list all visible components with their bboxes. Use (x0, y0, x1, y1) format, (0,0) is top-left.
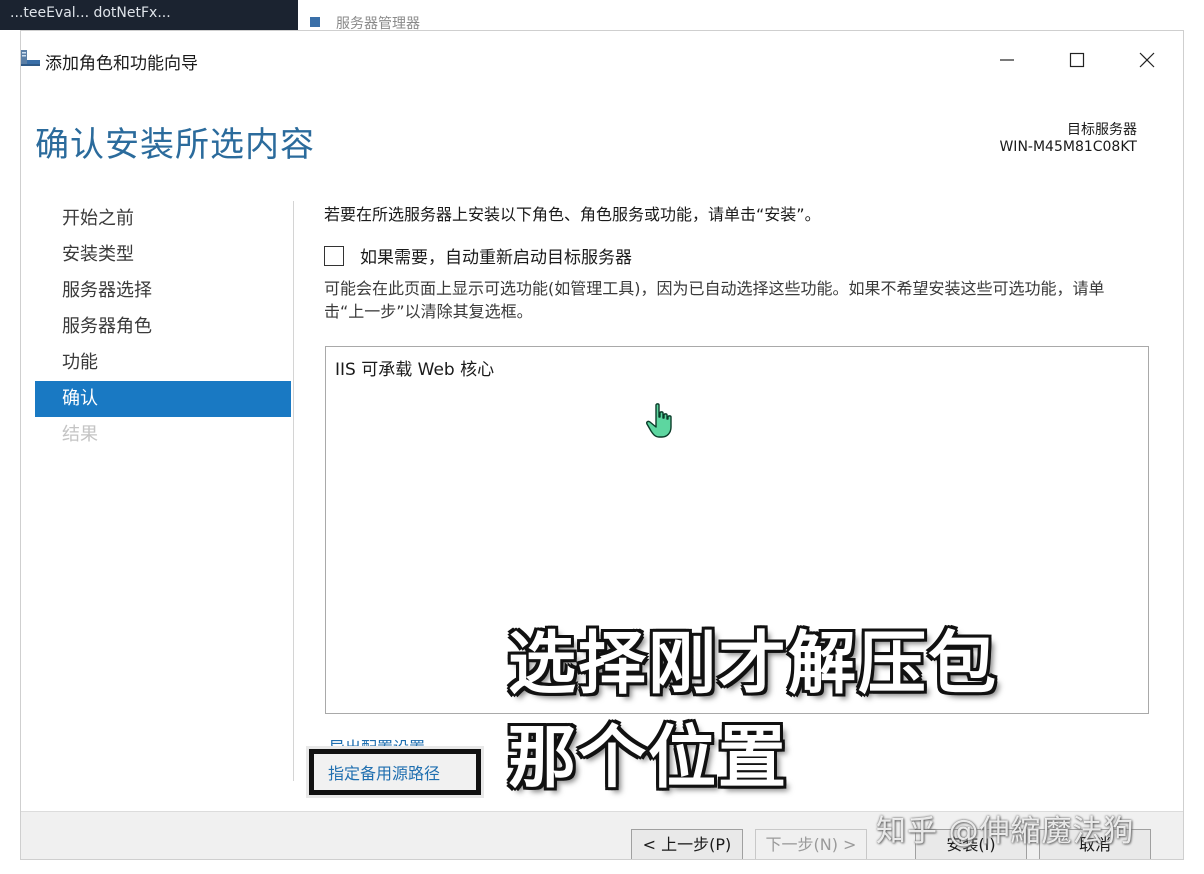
wizard-steps-nav: 开始之前 安装类型 服务器选择 服务器角色 功能 确认 结果 (35, 201, 291, 453)
specify-alternate-source-link[interactable]: 指定备用源路径 (328, 760, 440, 784)
export-configuration-link[interactable]: 导出配置设置 (329, 735, 425, 749)
maximize-button[interactable] (1047, 41, 1107, 79)
nav-divider (293, 201, 294, 781)
hand-cursor-icon (646, 403, 672, 438)
maximize-icon (1069, 52, 1085, 68)
nav-item-before-you-begin[interactable]: 开始之前 (35, 201, 291, 237)
server-wizard-icon (21, 50, 40, 66)
overlay-caption-line1: 选择刚才解压包 (508, 625, 999, 704)
restart-checkbox-row[interactable]: 如果需要，自动重新启动目标服务器 (324, 243, 632, 268)
restart-checkbox-label[interactable]: 如果需要，自动重新启动目标服务器 (360, 243, 632, 268)
background-right-edge (1184, 30, 1204, 860)
nav-item-features[interactable]: 功能 (35, 345, 291, 381)
minimize-icon (1000, 59, 1014, 61)
page-title: 确认安装所选内容 (35, 125, 315, 165)
window-title: 添加角色和功能向导 (45, 54, 198, 74)
background-app-strip: ...teeEval... dotNetFx... 服务器管理器 (0, 0, 1204, 32)
restart-checkbox[interactable] (324, 245, 344, 266)
title-bar[interactable]: 添加角色和功能向导 (21, 31, 1183, 89)
background-bottom-strip (0, 860, 1204, 874)
background-taskbar: ...teeEval... dotNetFx... (0, 0, 298, 30)
install-instructions: 若要在所选服务器上安装以下角色、角色服务或功能，请单击“安装”。 (324, 205, 821, 224)
nav-item-server-selection[interactable]: 服务器选择 (35, 273, 291, 309)
alternate-source-highlight: 指定备用源路径 (309, 749, 481, 795)
optional-features-note: 可能会在此页面上显示可选功能(如管理工具)，因为已自动选择这些功能。如果不希望安… (324, 279, 1105, 321)
previous-button[interactable]: < 上一步(P) (631, 829, 743, 859)
background-left-edge (0, 30, 20, 860)
close-icon (1139, 52, 1155, 68)
minimize-button[interactable] (977, 41, 1037, 79)
nav-item-server-roles[interactable]: 服务器角色 (35, 309, 291, 345)
background-server-manager-title: 服务器管理器 (310, 4, 420, 32)
watermark: 知乎 @伸縮魔法狗 (876, 814, 1135, 849)
overlay-caption-line2: 那个位置 (508, 719, 789, 798)
destination-server-label: 目标服务器 (1067, 122, 1137, 138)
list-item: IIS 可承载 Web 核心 (335, 360, 495, 380)
server-manager-icon (310, 17, 320, 27)
close-button[interactable] (1117, 41, 1177, 79)
nav-item-installation-type[interactable]: 安装类型 (35, 237, 291, 273)
next-button: 下一步(N) > (755, 829, 867, 859)
destination-server-name: WIN-M45M81C08KT (999, 139, 1137, 155)
nav-item-results: 结果 (62, 424, 98, 445)
nav-item-confirmation[interactable]: 确认 (35, 381, 291, 417)
